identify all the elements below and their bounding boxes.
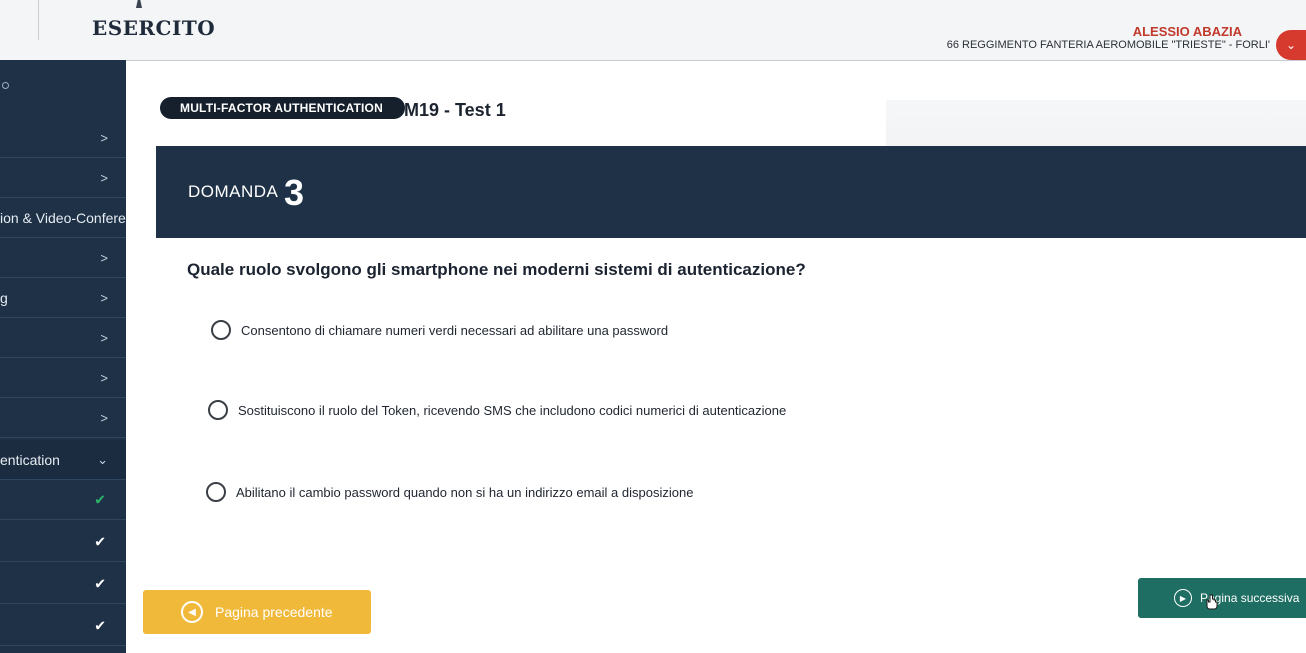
question-number: 3 [284,172,305,213]
module-badge: MULTI-FACTOR AUTHENTICATION [160,97,405,119]
question-text: Quale ruolo svolgono gli smartphone nei … [187,260,806,279]
answer-label: Abilitano il cambio password quando non … [236,484,694,500]
chevron-right-icon: > [100,410,108,425]
answer-option-3[interactable]: Abilitano il cambio password quando non … [206,482,693,502]
star-emblem-icon [136,0,142,8]
course-sidebar: > > ion & Video-Conferer > g > > > > ent… [0,60,126,653]
sidebar-lesson-3[interactable]: ✔ [0,564,126,604]
answer-label: Sostituiscono il ruolo del Token, riceve… [238,402,787,418]
checkmark-icon: ✔ [94,575,106,591]
test-title: M19 - Test 1 [404,100,506,120]
sidebar-lesson-1[interactable]: ✔ [0,480,126,520]
quiz-main-area: MULTI-FACTOR AUTHENTICATION M19 - Test 1… [126,60,1306,653]
user-name: ALESSIO ABAZIA [1132,24,1242,39]
answer-option-2[interactable]: Sostituiscono il ruolo del Token, riceve… [208,400,786,420]
chevron-right-icon: > [100,170,108,185]
chevron-right-icon: > [100,130,108,145]
chevron-down-icon: ⌄ [97,451,108,467]
sidebar-item-5[interactable]: g > [0,278,126,318]
sidebar-item-7[interactable]: > [0,358,126,398]
chevron-right-icon: > [100,290,108,305]
checkmark-icon: ✔ [94,491,106,507]
chevron-down-icon: ⌄ [1285,38,1297,52]
checkmark-icon: ✔ [94,617,106,633]
answer-label: Consentono di chiamare numeri verdi nece… [241,322,669,338]
top-divider [126,60,1306,61]
sidebar-item-label: ion & Video-Conferer [0,209,126,226]
radio-button[interactable] [211,320,231,340]
arrow-left-icon: ◀ [181,601,203,623]
sidebar-item-4[interactable]: > [0,238,126,278]
circle-icon [2,82,9,89]
top-header: ESERCITO ALESSIO ABAZIA 66 REGGIMENTO FA… [0,0,1306,60]
header-divider [38,0,39,40]
user-menu-button[interactable]: ⌄ [1276,30,1306,60]
sidebar-lesson-4[interactable]: ✔ [0,606,126,646]
checkmark-icon: ✔ [94,533,106,549]
arrow-right-icon: ▶ [1174,589,1192,607]
radio-button[interactable] [206,482,226,502]
question-label: DOMANDA [188,182,279,201]
answer-option-1[interactable]: Consentono di chiamare numeri verdi nece… [211,320,668,340]
chevron-right-icon: > [100,250,108,265]
sidebar-item-6[interactable]: > [0,318,126,358]
chevron-right-icon: > [100,370,108,385]
chevron-right-icon: > [100,330,108,345]
previous-page-button[interactable]: ◀ Pagina precedente [143,590,371,634]
sidebar-item-1[interactable]: > [0,118,126,158]
question-header-band: DOMANDA 3 [156,146,1306,238]
next-page-button[interactable]: ▶ Pagina successiva [1138,578,1306,618]
radio-button[interactable] [208,400,228,420]
sidebar-lesson-2[interactable]: ✔ [0,522,126,562]
user-unit: 66 REGGIMENTO FANTERIA AEROMOBILE "TRIES… [946,39,1270,51]
brand-logo-text[interactable]: ESERCITO [92,16,215,40]
hand-cursor-icon [1206,594,1218,610]
previous-page-label: Pagina precedente [215,604,333,620]
sidebar-item-8[interactable]: > [0,398,126,438]
sidebar-item-authentication[interactable]: entication ⌄ [0,440,126,480]
sidebar-item-video-conference[interactable]: ion & Video-Conferer [0,198,126,238]
sidebar-item-2[interactable]: > [0,158,126,198]
